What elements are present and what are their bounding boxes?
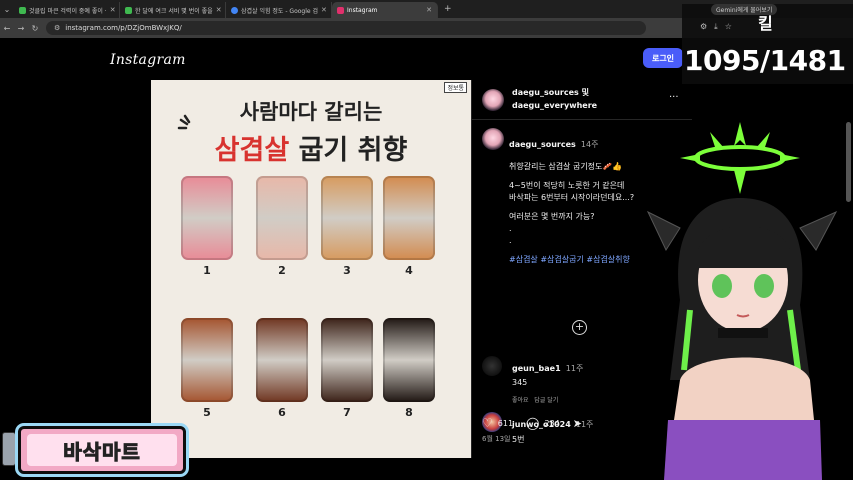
google-icon [231, 6, 238, 14]
meat-slice-8 [383, 318, 435, 402]
url-text: instagram.com/p/DZjOmBWxJKQ/ [65, 24, 182, 32]
author-link-1[interactable]: daegu_sources 및 [512, 87, 597, 98]
halo-icon [680, 122, 800, 194]
bookmark-icon[interactable]: ☆ [725, 22, 739, 31]
browser-tab-1[interactable]: 것클립 마큰 걱력이 중예 좋이 · ✕ [14, 2, 120, 18]
tab-search-icon[interactable]: ⌄ [0, 5, 14, 14]
meat-slice-6 [256, 318, 308, 402]
comment-like-link[interactable]: 좋아요 [512, 397, 529, 404]
like-count: 611 [497, 418, 514, 428]
url-field[interactable]: ⚙ instagram.com/p/DZjOmBWxJKQ/ [46, 21, 646, 35]
comment-time: 11주 [565, 364, 584, 373]
meat-slice-7 [321, 318, 373, 402]
extension-icon[interactable]: ⚙ [700, 22, 714, 31]
meat-slice-2 [256, 176, 308, 260]
meat-number: 1 [203, 264, 211, 277]
more-options-icon[interactable]: ··· [669, 92, 679, 103]
tab-favicon-icon [19, 6, 26, 14]
browser-tab-3[interactable]: 삼겹살 익힘 정도 - Google 검 ✕ [226, 2, 332, 18]
headline-line-1: 사람마다 갈리는 [239, 100, 383, 124]
headline-rest: 굽기 취향 [289, 135, 408, 166]
meat-number: 8 [405, 406, 413, 419]
back-icon[interactable]: ← [0, 24, 14, 33]
meat-slice-1 [181, 176, 233, 260]
browser-toolbar-icons: ⚙⤓☆ [700, 22, 739, 32]
new-tab-icon[interactable]: + [444, 4, 452, 14]
close-icon[interactable]: ✕ [426, 6, 432, 14]
vtuber-avatar [646, 122, 838, 480]
avatar[interactable] [482, 128, 504, 150]
meat-number: 4 [405, 264, 413, 277]
caption-user[interactable]: daegu_sources [509, 140, 576, 149]
comment-text: 345 [512, 378, 528, 387]
meat-slice-4 [383, 176, 435, 260]
avatar[interactable] [482, 89, 504, 111]
login-button[interactable]: 로그인 [643, 48, 683, 68]
comment-item: geun_bae1 11주 345 좋아요 답글 달기 [512, 356, 583, 404]
meat-number: 5 [203, 406, 211, 419]
reload-icon[interactable]: ↻ [28, 24, 42, 33]
close-icon[interactable]: ✕ [216, 6, 222, 14]
headline-line-2: 삼겹살 굽기 취향 [151, 128, 471, 167]
kill-count: 1095/1481 [684, 44, 846, 77]
browser-tab-4[interactable]: Instagram ✕ [332, 2, 438, 18]
comment-reply-link[interactable]: 답글 달기 [534, 397, 558, 404]
heart-icon[interactable]: ♡ [482, 416, 493, 430]
author-link-2[interactable]: daegu_everywhere [512, 101, 597, 110]
instagram-icon [337, 6, 344, 14]
load-more-comments-icon[interactable]: + [572, 320, 587, 335]
speaker-icon [2, 432, 16, 466]
action-bar: ♡ 611 ◯ 234 ➤ [482, 416, 582, 430]
comment-actions: 좋아요 답글 달기 [512, 395, 583, 404]
close-icon[interactable]: ✕ [110, 6, 116, 14]
brand-banner: 바삭마트 [18, 426, 186, 474]
meat-number: 2 [278, 264, 286, 277]
browser-tab-2[interactable]: 한 달에 여크 서비 몇 번이 좋을 ✕ [120, 2, 226, 18]
comment-count: 234 [544, 418, 560, 428]
comment-user[interactable]: geun_bae1 [512, 364, 561, 373]
meat-number: 3 [343, 264, 351, 277]
site-info-icon[interactable]: ⚙ [54, 24, 60, 32]
download-icon[interactable]: ⤓ [714, 22, 725, 31]
tab-favicon-icon [125, 6, 132, 14]
meat-slice-5 [181, 318, 233, 402]
post-header: daegu_sources 및 daegu_everywhere ··· [472, 80, 692, 120]
brand-banner-text: 바삭마트 [27, 434, 177, 466]
post-image[interactable]: 정보통 사람마다 갈리는 삼겹살 굽기 취향 1 2 3 4 5 6 7 8 [151, 80, 471, 458]
meat-number: 6 [278, 406, 286, 419]
caption-time: 14주 [580, 140, 599, 149]
kill-label: 킬 [758, 14, 773, 33]
meat-slice-3 [321, 176, 373, 260]
avatar[interactable] [482, 356, 502, 376]
comment-icon[interactable]: ◯ [526, 416, 539, 430]
headline-highlight: 삼겹살 [214, 135, 290, 166]
close-icon[interactable]: ✕ [321, 6, 327, 14]
post-date: 6월 13일 [482, 435, 511, 443]
source-badge: 정보통 [444, 82, 467, 93]
instagram-logo[interactable]: Instagram [110, 52, 186, 68]
author-names: daegu_sources 및 daegu_everywhere [512, 87, 597, 110]
meat-number: 7 [343, 406, 351, 419]
share-icon[interactable]: ➤ [573, 417, 582, 430]
forward-icon[interactable]: → [14, 24, 28, 33]
